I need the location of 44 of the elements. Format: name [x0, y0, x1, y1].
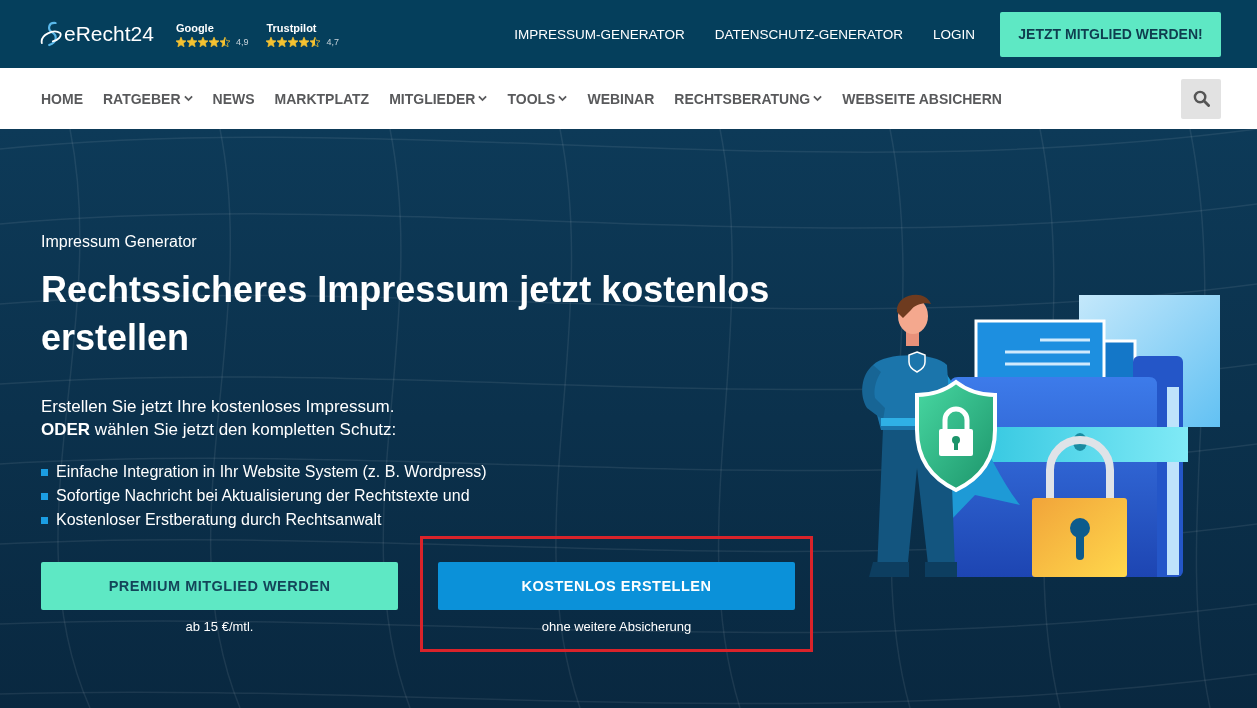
nav-menu-item[interactable]: WEBSEITE ABSICHERN	[842, 90, 1002, 107]
header-link[interactable]: DATENSCHUTZ-GENERATOR	[714, 26, 903, 42]
search-icon	[1192, 90, 1210, 107]
hero-heading: Rechtssicheres Impressum jetzt kostenlos erstellen	[41, 268, 771, 360]
nav-menu-item[interactable]: HOME	[41, 90, 83, 107]
membership-button[interactable]: PREMIUM MITGLIED WERDEN	[41, 562, 398, 610]
rating-source: Google	[175, 21, 215, 35]
join-button[interactable]: JETZT MITGLIED WERDEN!	[1000, 11, 1221, 57]
rating-source: Trustpilot	[266, 21, 318, 35]
search-button[interactable]	[1181, 78, 1221, 119]
nav-menu-item[interactable]: NEWS	[212, 90, 255, 107]
star-icon	[288, 36, 299, 47]
intro-text: Erstellen Sie jetzt Ihre kostenloses Impressum.	[41, 396, 396, 418]
nav-menu-item[interactable]: MITGLIEDER	[389, 90, 488, 107]
header-link[interactable]: IMPRESSUM-GENERATOR	[514, 26, 685, 42]
star-icon	[197, 36, 208, 47]
star-icon	[175, 36, 186, 47]
rating-score: 4,7	[326, 36, 339, 47]
logo-link[interactable]: eRecht24	[40, 21, 154, 47]
square-bullet-icon	[41, 492, 48, 500]
rating-score: 4,9	[235, 36, 249, 47]
header-link[interactable]: LOGIN	[933, 26, 975, 42]
star-icon	[299, 36, 310, 47]
star-icon	[219, 36, 230, 47]
feature-text: Kostenloser Erstberatung durch Rechtsanwalt	[56, 510, 382, 530]
star-icon	[208, 36, 219, 47]
star-icon	[310, 36, 321, 47]
nav-menu-item[interactable]: RATGEBER	[103, 90, 193, 107]
nav-menu-item[interactable]: RECHTSBERATUNG	[674, 90, 823, 107]
nav-menu-item[interactable]: WEBINAR	[587, 90, 655, 107]
square-bullet-icon	[41, 516, 48, 524]
square-bullet-icon	[41, 468, 48, 476]
feature-text: Sofortige Nachricht bei Aktualisierung der Rechtstexte und	[56, 486, 470, 506]
nav-menu-item[interactable]: MARKTPLATZ	[274, 90, 370, 107]
nav-menu-item[interactable]: TOOLS	[507, 90, 568, 107]
star-icon	[277, 36, 288, 47]
feature-text: Einfache Integration in Ihr Website System (z. B. Wordpress)	[56, 462, 487, 482]
button-caption: ohne weitere Absicherung	[541, 619, 692, 635]
star-icon	[266, 36, 277, 47]
logo-icon	[40, 21, 62, 47]
star-icon	[186, 36, 197, 47]
eyebrow-text: Impressum Generator	[41, 232, 198, 252]
button-caption: ab 15 €/mtl.	[185, 619, 254, 635]
intro-text: ODER wählen Sie jetzt den kompletten Schutz:	[41, 419, 398, 441]
